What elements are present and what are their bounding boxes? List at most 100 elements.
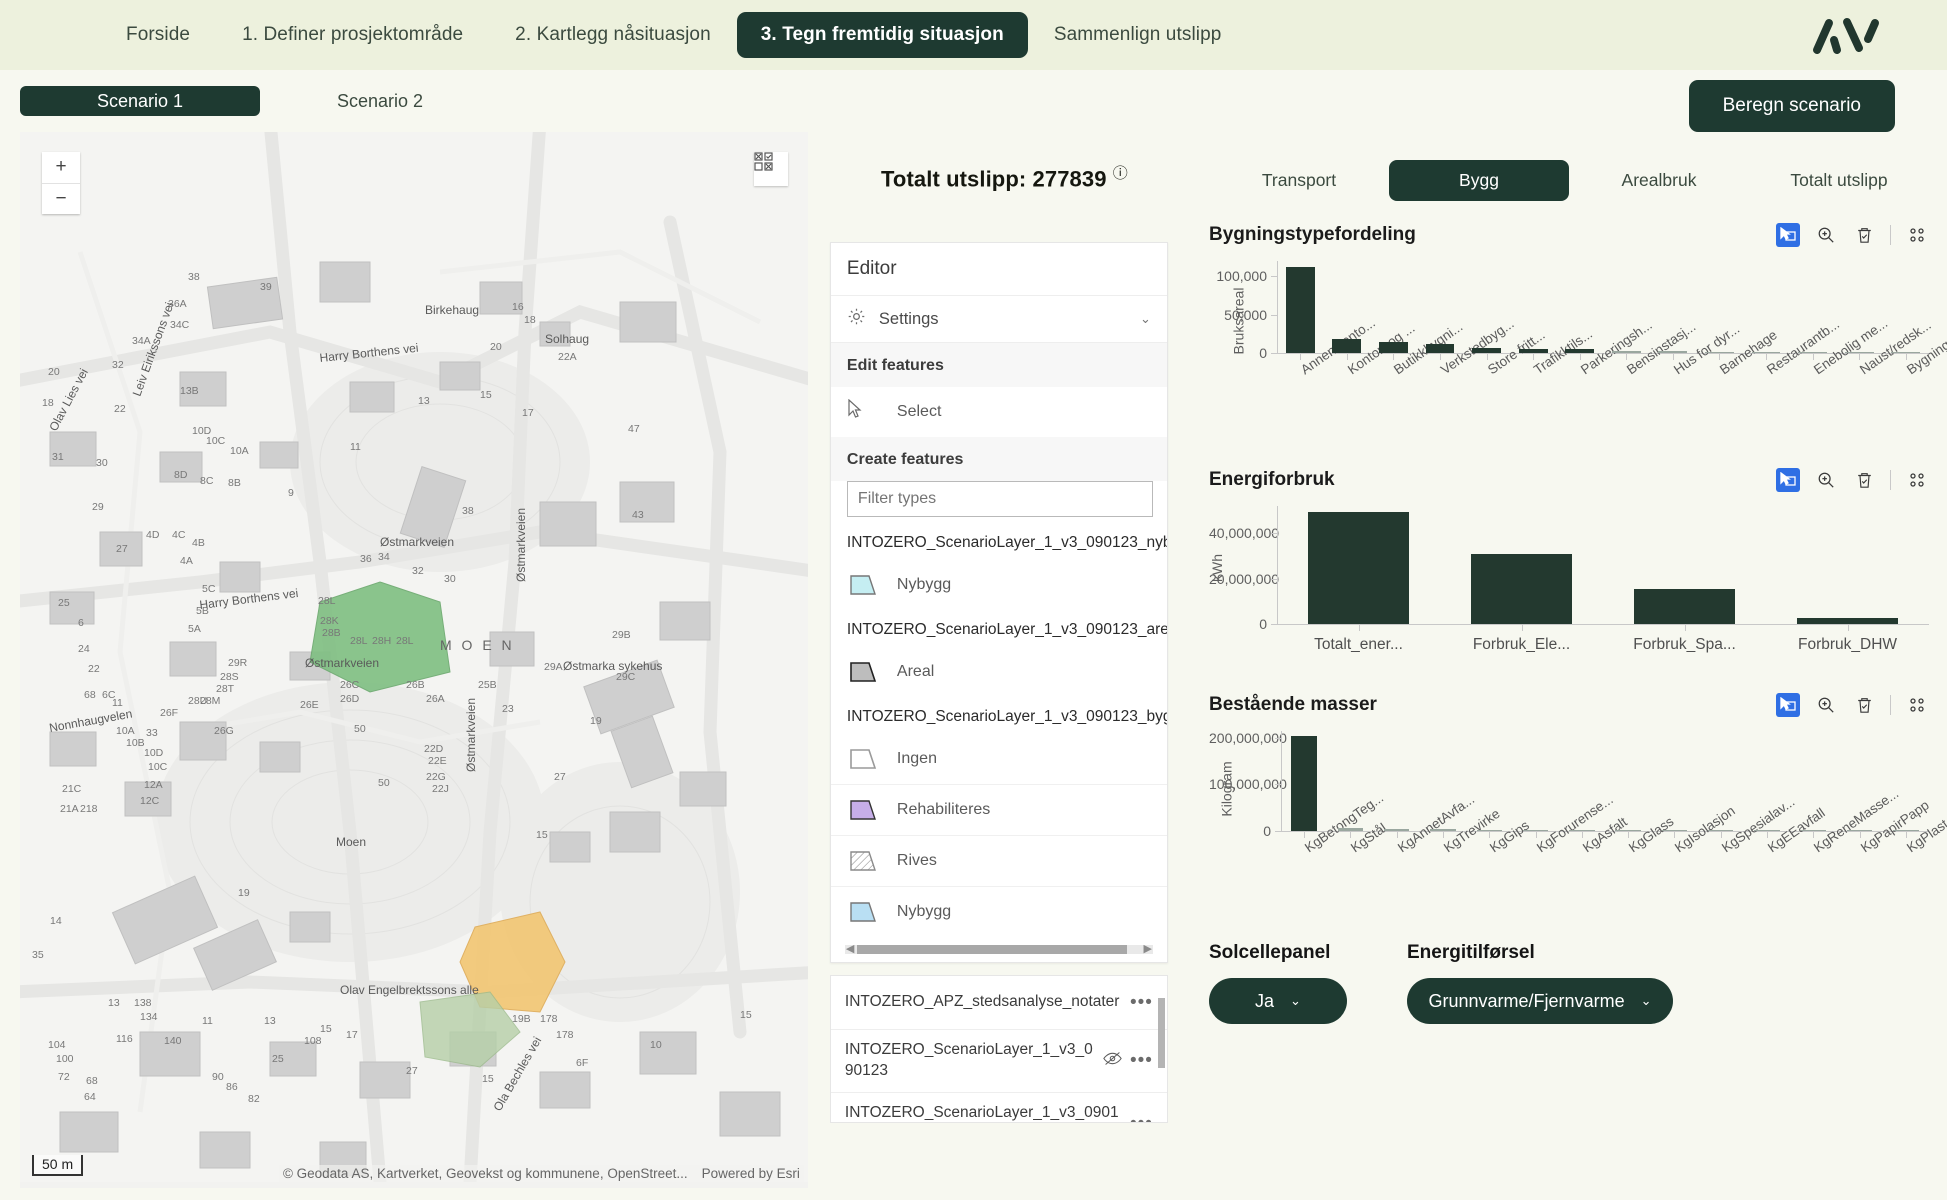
bar[interactable]	[1471, 554, 1572, 624]
x-tick-mark	[1860, 832, 1861, 838]
zoom-in-button[interactable]: +	[42, 152, 80, 184]
layer-list-scrollbar[interactable]	[1158, 980, 1165, 1120]
bar[interactable]	[1754, 830, 1779, 831]
bar[interactable]	[1845, 352, 1874, 353]
grid-view-icon[interactable]	[1905, 223, 1929, 247]
editor-settings-row[interactable]: Settings ⌄	[831, 295, 1167, 343]
nav-item-definer-prosjektomrade[interactable]: 1. Definer prosjektområde	[216, 12, 489, 58]
bar[interactable]	[1430, 829, 1455, 831]
bar[interactable]	[1379, 342, 1408, 354]
scenario-tab-1[interactable]: Scenario 1	[20, 86, 260, 116]
tab-arealbruk[interactable]: Arealbruk	[1569, 160, 1749, 201]
bar[interactable]	[1565, 349, 1594, 353]
chevron-down-icon[interactable]: ⌄	[1140, 311, 1151, 327]
scroll-right-arrow-icon[interactable]: ▶	[1143, 942, 1151, 955]
filter-types-input[interactable]	[847, 481, 1153, 517]
clear-selection-icon[interactable]	[1852, 693, 1876, 717]
bar[interactable]	[1891, 352, 1920, 353]
bar[interactable]	[1634, 589, 1735, 624]
svg-text:50: 50	[354, 723, 366, 735]
zoom-tool-icon[interactable]	[1814, 223, 1838, 247]
bar[interactable]	[1752, 352, 1781, 353]
map-canvas[interactable]: Birkehaug Solhaug Harry Borthens vei Har…	[20, 132, 808, 1188]
select-tool-icon[interactable]	[1776, 223, 1800, 247]
bar[interactable]	[1477, 830, 1502, 831]
layer-list-item[interactable]: INTOZERO_ScenarioLayer_1_v3_090123 •••	[831, 1030, 1167, 1093]
chart-plot-area[interactable]: kWh 020,000,00040,000,000Totalt_ener...F…	[1209, 506, 1929, 671]
bar[interactable]	[1615, 830, 1640, 831]
nav-item-forside[interactable]: Forside	[100, 12, 216, 58]
clear-selection-icon[interactable]	[1852, 468, 1876, 492]
svg-text:29R: 29R	[228, 657, 248, 669]
create-feature-nybygg-blue[interactable]: Nybygg	[831, 886, 1167, 937]
info-icon[interactable]: ⓘ	[1113, 165, 1128, 182]
editor-column: Totalt utslipp: 277839 ⓘ Editor Settings…	[830, 132, 1179, 1200]
svg-text:6F: 6F	[576, 1057, 588, 1069]
bar[interactable]	[1569, 830, 1594, 831]
chart-plot-area[interactable]: Kilogram 0100,000,000200,000,000KgBetong…	[1209, 731, 1929, 916]
nav-item-kartlegg-nasituasjon[interactable]: 2. Kartlegg nåsituasjon	[489, 12, 737, 58]
grid-view-icon[interactable]	[1905, 468, 1929, 492]
tab-totalt-utslipp[interactable]: Totalt utslipp	[1749, 160, 1929, 201]
grid-view-icon[interactable]	[1905, 693, 1929, 717]
tab-bygg[interactable]: Bygg	[1389, 160, 1569, 201]
tab-transport[interactable]: Transport	[1209, 160, 1389, 201]
create-feature-label: Rehabiliteres	[897, 801, 990, 819]
solcellepanel-select[interactable]: Ja ⌄	[1209, 978, 1347, 1024]
layer-list-item[interactable]: INTOZERO_ScenarioLayer_1_v3_090123_nybyg…	[831, 1093, 1167, 1123]
create-feature-rehabiliteres[interactable]: Rehabiliteres	[831, 784, 1167, 835]
clear-selection-icon[interactable]	[1852, 223, 1876, 247]
bar[interactable]	[1286, 267, 1315, 353]
create-feature-areal[interactable]: Areal	[831, 647, 1167, 697]
svg-text:15: 15	[480, 389, 492, 401]
bar[interactable]	[1472, 348, 1501, 353]
layer-menu-icon[interactable]: •••	[1130, 1050, 1153, 1072]
scrollbar-thumb[interactable]	[1158, 998, 1165, 1068]
bar[interactable]	[1801, 830, 1826, 831]
svg-text:5B: 5B	[196, 605, 209, 617]
scenario-tab-2[interactable]: Scenario 2	[260, 86, 500, 116]
zoom-tool-icon[interactable]	[1814, 468, 1838, 492]
layer-menu-icon[interactable]: •••	[1130, 992, 1153, 1014]
select-tool-icon[interactable]	[1776, 468, 1800, 492]
bar[interactable]	[1384, 829, 1409, 831]
layer-list-item[interactable]: INTOZERO_APZ_stedsanalyse_notater •••	[831, 976, 1167, 1030]
bar[interactable]	[1291, 736, 1316, 831]
x-tick-mark	[1533, 354, 1534, 360]
bar[interactable]	[1338, 828, 1363, 831]
bar[interactable]	[1847, 830, 1872, 831]
select-tool-icon[interactable]	[1776, 693, 1800, 717]
bar[interactable]	[1893, 830, 1918, 831]
create-feature-rives[interactable]: Rives	[831, 835, 1167, 886]
map-widget-button[interactable]	[754, 152, 788, 186]
bar[interactable]	[1519, 349, 1548, 353]
create-feature-ingen[interactable]: Ingen	[831, 734, 1167, 784]
nav-item-tegn-fremtidig-situasjon[interactable]: 3. Tegn fremtidig situasjon	[737, 12, 1028, 58]
total-emissions-text: Totalt utslipp: 277839	[881, 166, 1107, 191]
scroll-left-arrow-icon[interactable]: ◀	[846, 942, 854, 955]
bar[interactable]	[1612, 351, 1641, 353]
scrollbar-thumb[interactable]	[857, 945, 1127, 954]
eye-off-icon[interactable]	[1103, 1051, 1122, 1071]
editor-horizontal-scrollbar[interactable]: ◀ ▶	[845, 945, 1153, 954]
energitilforsel-select[interactable]: Grunnvarme/Fjernvarme ⌄	[1407, 978, 1673, 1024]
bar[interactable]	[1658, 351, 1687, 353]
layer-menu-icon[interactable]: •••	[1130, 1113, 1153, 1123]
bar[interactable]	[1705, 352, 1734, 353]
select-tool-row[interactable]: Select	[831, 387, 1167, 437]
bar[interactable]	[1332, 339, 1361, 353]
nav-item-sammenlign-utslipp[interactable]: Sammenlign utslipp	[1028, 12, 1248, 58]
chart-plot-area[interactable]: Bruksareal 050,000100,000Annen konto...K…	[1209, 261, 1929, 446]
calculate-scenario-button[interactable]: Beregn scenario	[1689, 80, 1895, 132]
solcellepanel-value: Ja	[1255, 991, 1274, 1012]
bar[interactable]	[1426, 344, 1455, 353]
zoom-tool-icon[interactable]	[1814, 693, 1838, 717]
bar[interactable]	[1523, 830, 1548, 831]
bar[interactable]	[1798, 352, 1827, 353]
bar[interactable]	[1708, 830, 1733, 831]
bar[interactable]	[1797, 618, 1898, 624]
bar[interactable]	[1662, 830, 1687, 831]
create-feature-nybygg-cyan[interactable]: Nybygg	[831, 560, 1167, 610]
zoom-out-button[interactable]: −	[42, 184, 80, 215]
bar[interactable]	[1308, 512, 1409, 624]
